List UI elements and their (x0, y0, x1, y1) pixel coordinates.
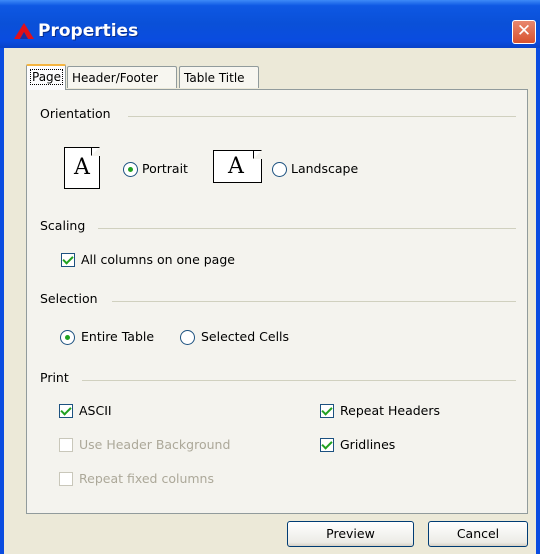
ascii-label[interactable]: ASCII (79, 403, 112, 418)
print-label: Print (40, 370, 69, 385)
selected-cells-radio[interactable] (180, 330, 195, 345)
selection-label: Selection (40, 291, 98, 306)
use-header-background-checkbox[interactable] (59, 438, 73, 452)
orientation-label: Orientation (40, 106, 111, 121)
window-border-left (0, 48, 4, 554)
close-button[interactable]: ✕ (512, 20, 536, 44)
print-divider (82, 380, 516, 381)
entire-table-radio[interactable] (60, 330, 75, 345)
close-icon: ✕ (516, 21, 532, 41)
use-header-background-label[interactable]: Use Header Background (79, 437, 230, 452)
cancel-button[interactable]: Cancel (428, 521, 528, 547)
ascii-checkbox[interactable] (59, 404, 73, 418)
repeat-fixed-columns-checkbox[interactable] (59, 472, 73, 486)
repeat-headers-label[interactable]: Repeat Headers (340, 403, 440, 418)
properties-dialog: Properties ✕ Page Header/Footer Table Ti… (0, 0, 540, 554)
tab-header-footer[interactable]: Header/Footer (67, 66, 177, 88)
landscape-label[interactable]: Landscape (291, 161, 358, 176)
portrait-page-icon: A (64, 147, 100, 189)
selection-divider (112, 301, 516, 302)
entire-table-label[interactable]: Entire Table (81, 329, 154, 344)
portrait-radio[interactable] (123, 162, 138, 177)
window-title: Properties (38, 21, 139, 41)
repeat-fixed-columns-label[interactable]: Repeat fixed columns (79, 471, 214, 486)
tab-page[interactable]: Page (26, 64, 66, 90)
tab-table-title[interactable]: Table Title (179, 66, 259, 88)
landscape-radio[interactable] (272, 162, 287, 177)
gridlines-checkbox[interactable] (320, 438, 334, 452)
window-border-right (536, 48, 540, 554)
landscape-page-icon: A (213, 150, 262, 183)
repeat-headers-checkbox[interactable] (320, 404, 334, 418)
preview-button[interactable]: Preview (287, 521, 414, 547)
all-columns-checkbox[interactable] (61, 253, 75, 267)
red-triangle-icon (14, 23, 34, 39)
gridlines-label[interactable]: Gridlines (340, 437, 395, 452)
orientation-divider (128, 116, 516, 117)
scaling-divider (98, 228, 516, 229)
selected-cells-label[interactable]: Selected Cells (201, 329, 289, 344)
title-bar[interactable]: Properties ✕ (0, 0, 540, 48)
portrait-label[interactable]: Portrait (142, 161, 188, 176)
scaling-label: Scaling (40, 218, 86, 233)
all-columns-label[interactable]: All columns on one page (81, 252, 235, 267)
